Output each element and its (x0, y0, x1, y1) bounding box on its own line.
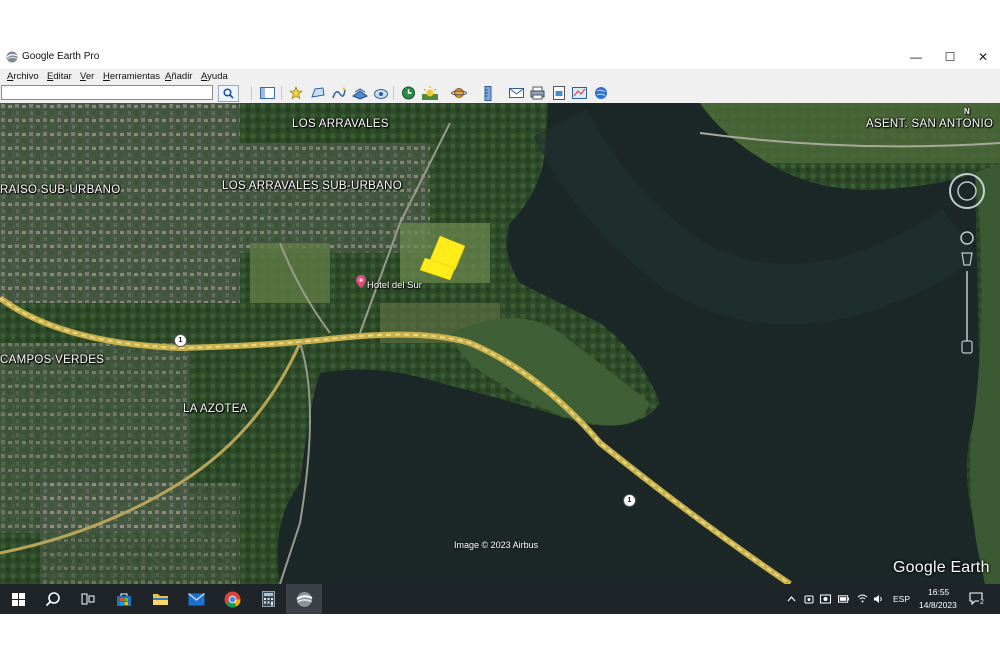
save-image-icon (552, 86, 565, 100)
view-maps-icon (572, 87, 587, 99)
view-maps-button[interactable] (571, 85, 588, 101)
google-earth-app-icon (6, 51, 18, 63)
add-path-button[interactable] (330, 85, 347, 101)
save-image-button[interactable] (550, 85, 567, 101)
menu-herramientas[interactable]: Herramientas (103, 71, 160, 82)
file-explorer-button[interactable] (142, 584, 178, 614)
google-earth-taskbar-button[interactable] (286, 584, 322, 614)
map-view[interactable]: LOS ARRAVALES ASENT. SAN ANTONIO RAISO S… (0, 103, 1000, 584)
add-overlay-button[interactable] (351, 85, 368, 101)
sidebar-toggle-button[interactable] (259, 85, 276, 101)
overlay-icon (351, 88, 368, 100)
task-view-icon (81, 593, 95, 605)
windows-taskbar: ESP 16:55 14/8/2023 2 (0, 584, 1000, 614)
menu-ver[interactable]: Ver (80, 71, 94, 82)
planets-button[interactable] (450, 85, 467, 101)
historical-imagery-button[interactable] (400, 85, 417, 101)
search-icon (223, 88, 234, 99)
satellite-imagery (0, 103, 1000, 584)
search-button[interactable] (218, 85, 239, 102)
chrome-icon (224, 591, 240, 607)
mail-icon (187, 592, 205, 605)
window-title: Google Earth Pro (22, 51, 100, 62)
task-view-button[interactable] (70, 584, 106, 614)
imagery-credit: Image © 2023 Airbus (454, 540, 539, 550)
ruler-button[interactable] (479, 85, 496, 101)
menu-anadir[interactable]: Añadir (165, 71, 192, 82)
label-hotel-del-sur[interactable]: Hotel del Sur (367, 280, 422, 291)
route-shield: 1 (174, 334, 187, 347)
menu-ayuda[interactable]: Ayuda (201, 71, 228, 82)
label-campos-verdes: CAMPOS VERDES (0, 354, 105, 366)
print-button[interactable] (529, 85, 546, 101)
clock-time[interactable]: 16:55 (928, 587, 949, 597)
search-icon (45, 592, 60, 607)
title-bar: Google Earth Pro — ☐ ✕ (0, 45, 1000, 69)
maximize-button[interactable]: ☐ (933, 45, 967, 69)
label-los-arravales: LOS ARRAVALES (292, 118, 389, 130)
google-earth-logo: Google Earth (893, 559, 990, 576)
label-asent-san-antonio: ASENT. SAN ANTONIO (866, 118, 994, 130)
menu-bar: Archivo Editar Ver Herramientas Añadir A… (0, 69, 1000, 84)
email-icon (509, 88, 524, 98)
file-explorer-icon (152, 594, 168, 605)
store-button[interactable] (106, 584, 142, 614)
close-button[interactable]: ✕ (966, 45, 1000, 69)
wifi-icon[interactable] (857, 593, 868, 604)
email-button[interactable] (508, 85, 525, 101)
volume-icon[interactable] (873, 593, 884, 604)
notification-count-badge: 2 (979, 599, 985, 606)
label-la-azotea: LA AZOTEA (183, 403, 248, 415)
mail-button[interactable] (178, 584, 214, 614)
print-icon (530, 86, 545, 100)
chrome-button[interactable] (214, 584, 250, 614)
planets-icon (450, 88, 467, 98)
menu-editar[interactable]: Editar (47, 71, 72, 82)
sidebar-toggle-icon (260, 87, 275, 99)
taskbar-search-button[interactable] (35, 584, 71, 614)
show-hidden-icons-chevron-icon[interactable] (786, 593, 797, 604)
windows-start-icon (11, 592, 25, 606)
meet-now-icon[interactable] (820, 593, 831, 604)
toolbar (0, 84, 1000, 104)
ruler-icon (484, 85, 491, 101)
clock-date[interactable]: 14/8/2023 (919, 600, 957, 610)
google-earth-icon (295, 591, 312, 607)
historical-imagery-icon (402, 86, 415, 100)
tour-icon (373, 89, 388, 99)
add-polygon-button[interactable] (309, 85, 326, 101)
menu-archivo[interactable]: Archivo (7, 71, 39, 82)
start-button[interactable] (0, 584, 36, 614)
compass-north-label[interactable]: N (964, 107, 970, 116)
label-paraiso-sub-urbano: RAISO SUB-URBANO (0, 184, 121, 196)
sunlight-icon (421, 86, 438, 100)
input-language[interactable]: ESP (893, 594, 910, 604)
sunlight-button[interactable] (421, 85, 438, 101)
calculator-button[interactable] (250, 584, 286, 614)
google-maps-button[interactable] (592, 85, 609, 101)
polygon-icon (310, 87, 325, 98)
record-tour-button[interactable] (372, 85, 389, 101)
google-maps-icon (594, 87, 607, 99)
battery-icon[interactable] (838, 593, 849, 604)
google-earth-window: Google Earth Pro — ☐ ✕ Archivo Editar Ve… (0, 45, 1000, 614)
search-input[interactable] (1, 85, 213, 100)
calculator-icon (261, 591, 275, 607)
tray-app-icon[interactable] (803, 593, 814, 604)
route-shield: 1 (623, 494, 636, 507)
minimize-button[interactable]: — (899, 45, 933, 69)
add-placemark-button[interactable] (288, 85, 305, 101)
path-icon (331, 87, 346, 99)
store-icon (117, 593, 131, 606)
label-los-arravales-sub-urbano: LOS ARRAVALES SUB-URBANO (222, 180, 402, 192)
placemark-icon (289, 86, 303, 100)
